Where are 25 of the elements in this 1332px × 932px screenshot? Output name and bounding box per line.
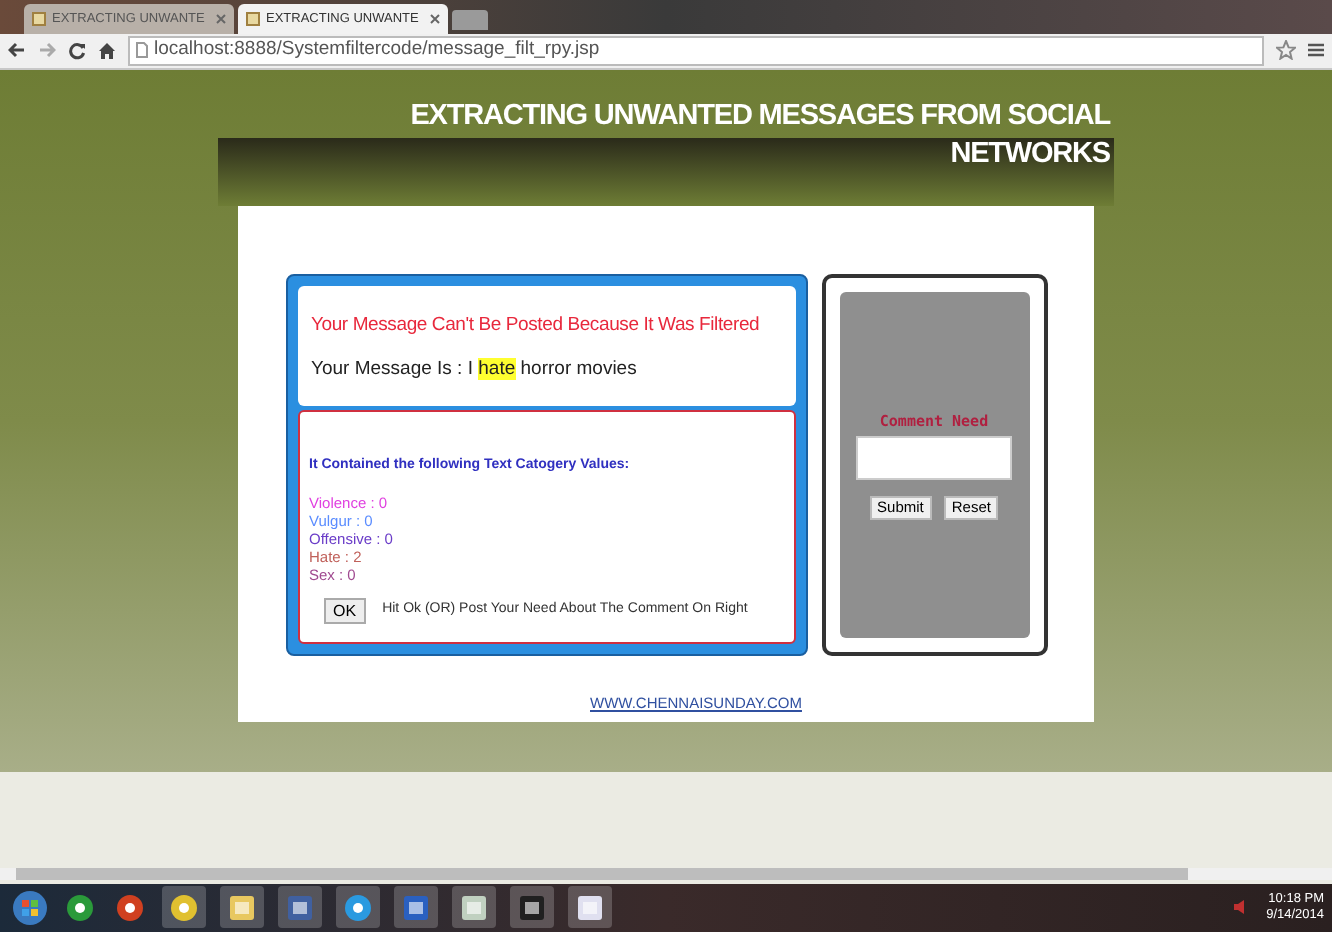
menu-icon[interactable] [1308,42,1324,59]
page-title: EXTRACTING UNWANTED MESSAGES FROM SOCIAL NETWORKS [408,97,1110,174]
taskbar-app-icon[interactable] [394,886,438,929]
horizontal-scrollbar[interactable] [0,867,1332,880]
reload-icon[interactable] [68,41,86,60]
back-icon[interactable] [8,42,26,59]
taskbar-app-icon[interactable] [162,886,206,929]
close-icon[interactable] [216,14,226,25]
close-icon[interactable] [430,14,440,25]
taskbar-app-icon[interactable] [278,886,322,929]
taskbar-app-icon[interactable] [220,886,264,929]
taskbar-app-icon[interactable] [568,886,612,929]
filtered-heading: Your Message Can't Be Posted Because It Was Filtered [311,311,762,340]
home-icon[interactable] [98,41,116,60]
message-text: Your Message Is : I hate horror movies [311,355,639,384]
new-tab-button[interactable] [452,10,488,31]
ok-button[interactable]: OK [323,598,367,625]
star-icon[interactable] [1276,40,1296,61]
comment-field[interactable] [856,435,1012,480]
page-icon [246,12,260,27]
taskbar-app-icon[interactable] [452,886,496,929]
taskbar-app-icon[interactable] [336,886,380,929]
start-button[interactable] [12,889,48,926]
taskbar-app-icon[interactable] [510,886,554,929]
page-icon [32,12,46,27]
